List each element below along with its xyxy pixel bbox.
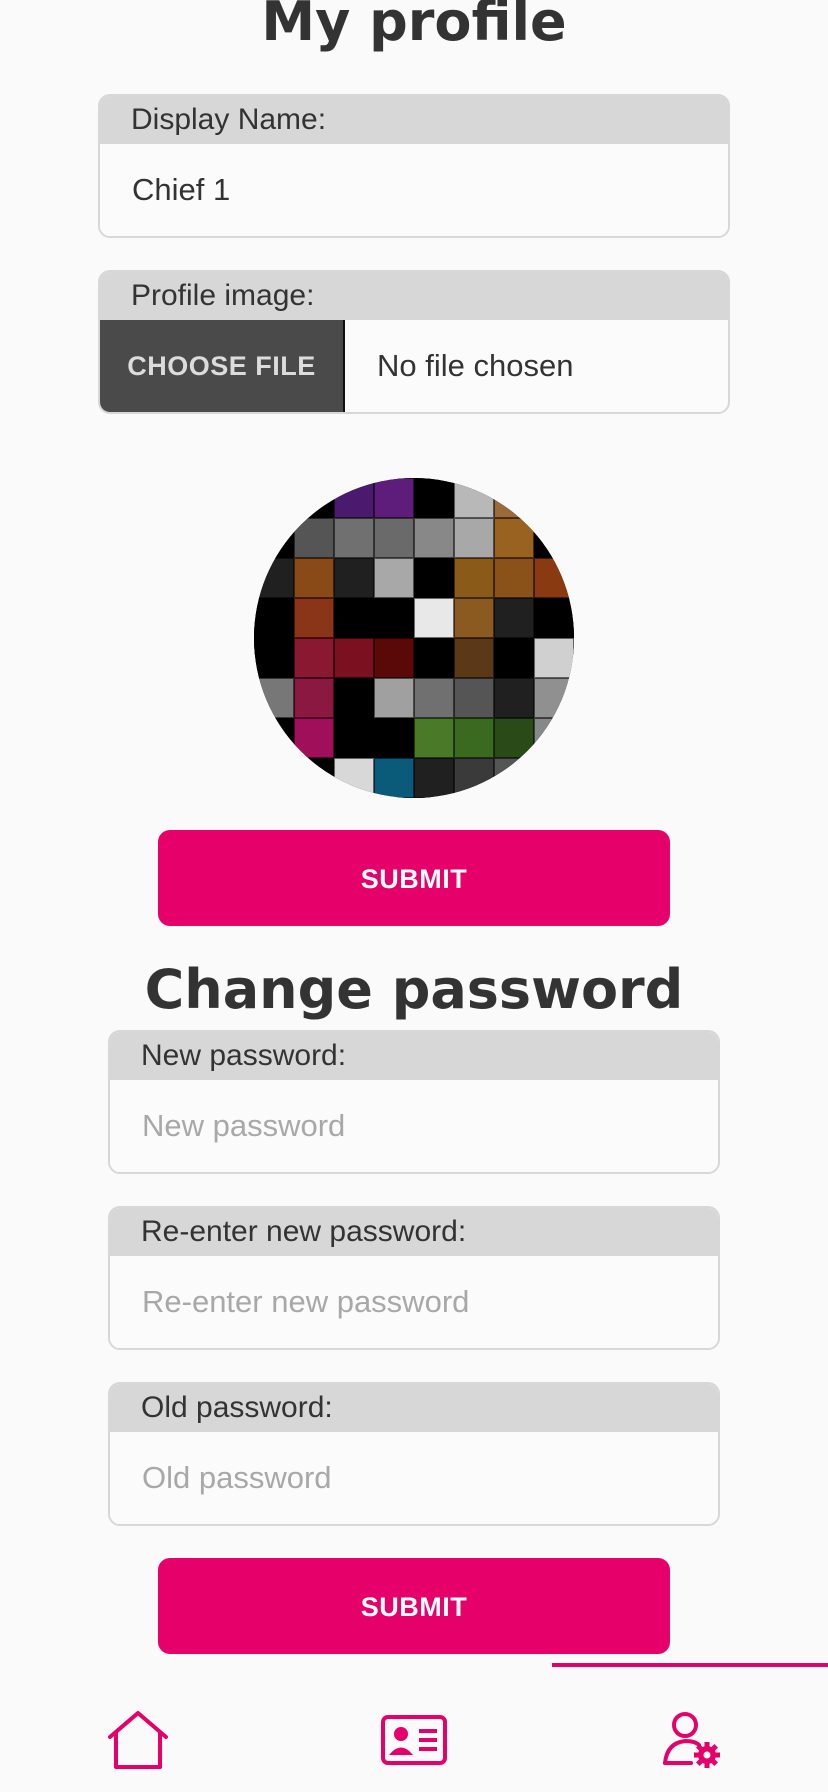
avatar-tile (494, 638, 534, 678)
nav-home[interactable] (98, 1700, 178, 1780)
password-submit-button[interactable]: SUBMIT (158, 1558, 670, 1654)
avatar-tile (534, 718, 574, 758)
profile-image-field: Profile image: CHOOSE FILE No file chose… (98, 270, 730, 414)
old-password-input-box[interactable] (110, 1432, 718, 1524)
display-name-input-box[interactable] (100, 144, 728, 236)
old-password-label: Old password: (110, 1384, 718, 1432)
avatar-tile (534, 478, 574, 518)
avatar-tile (494, 718, 534, 758)
file-picker: CHOOSE FILE No file chosen (100, 320, 728, 412)
avatar-tile (254, 598, 294, 638)
reenter-password-label: Re-enter new password: (110, 1208, 718, 1256)
avatar-tile (334, 718, 374, 758)
active-tab-indicator (552, 1663, 828, 1667)
new-password-field: New password: (108, 1030, 720, 1174)
avatar-tile (374, 718, 414, 758)
user-settings-icon (663, 1712, 720, 1768)
home-icon (108, 1711, 168, 1769)
file-status: No file chosen (377, 348, 574, 383)
new-password-input-box[interactable] (110, 1080, 718, 1172)
avatar-tile (534, 598, 574, 638)
avatar-tile (294, 718, 334, 758)
avatar-tile (454, 678, 494, 718)
avatar-tile (414, 638, 454, 678)
reenter-password-input[interactable] (142, 1256, 718, 1348)
avatar-tile (414, 558, 454, 598)
avatar-tile (494, 518, 534, 558)
avatar-tile (254, 758, 294, 798)
avatar-tile (254, 558, 294, 598)
avatar-tile (454, 718, 494, 758)
avatar-tile (294, 598, 334, 638)
new-password-input[interactable] (142, 1080, 718, 1172)
display-name-label: Display Name: (100, 96, 728, 144)
reenter-password-input-box[interactable] (110, 1256, 718, 1348)
avatar-tile (414, 718, 454, 758)
bottom-navigation (0, 1660, 828, 1792)
avatar-tile (374, 518, 414, 558)
avatar-tile (414, 518, 454, 558)
avatar-tile (494, 678, 534, 718)
avatar-tile (374, 598, 414, 638)
avatar-tile (534, 518, 574, 558)
avatar-tile (254, 638, 294, 678)
avatar-tile (254, 518, 294, 558)
avatar-tile (334, 638, 374, 678)
profile-submit-button[interactable]: SUBMIT (158, 830, 670, 926)
avatar-tile (334, 478, 374, 518)
reenter-password-field: Re-enter new password: (108, 1206, 720, 1350)
choose-file-button[interactable]: CHOOSE FILE (100, 320, 345, 412)
avatar-tile (454, 598, 494, 638)
avatar-tile (374, 758, 414, 798)
avatar-tile (294, 558, 334, 598)
avatar-tile (334, 678, 374, 718)
avatar-tile (254, 718, 294, 758)
new-password-label: New password: (110, 1032, 718, 1080)
avatar-tile (494, 558, 534, 598)
nav-user-settings[interactable] (652, 1700, 732, 1780)
avatar-tile (294, 518, 334, 558)
avatar-tile (374, 638, 414, 678)
id-card-icon (381, 1715, 447, 1765)
display-name-field: Display Name: (98, 94, 730, 238)
avatar-tile (454, 638, 494, 678)
section-title-change-password: Change password (144, 958, 684, 1021)
old-password-input[interactable] (142, 1432, 718, 1524)
page-title: My profile (261, 0, 567, 53)
avatar-tile (294, 678, 334, 718)
display-name-input[interactable] (132, 144, 728, 236)
avatar-tile (454, 518, 494, 558)
avatar-tile (414, 678, 454, 718)
avatar-tile (534, 678, 574, 718)
avatar-tile (294, 478, 334, 518)
profile-image-label: Profile image: (100, 272, 728, 320)
nav-profile-card[interactable] (374, 1700, 454, 1780)
avatar-tile (454, 758, 494, 798)
avatar-tile (374, 678, 414, 718)
avatar-tile (454, 478, 494, 518)
avatar-tile (534, 758, 574, 798)
avatar-tile (534, 558, 574, 598)
old-password-field: Old password: (108, 1382, 720, 1526)
avatar-tile (334, 558, 374, 598)
avatar-tile (294, 758, 334, 798)
avatar-tile (494, 598, 534, 638)
avatar-tile (374, 478, 414, 518)
avatar-tile (414, 478, 454, 518)
avatar-tile (334, 518, 374, 558)
avatar-tile (494, 758, 534, 798)
avatar-tile (414, 758, 454, 798)
avatar-tile (254, 478, 294, 518)
avatar-tile (414, 598, 454, 638)
avatar-tile (454, 558, 494, 598)
avatar-tile (374, 558, 414, 598)
avatar-tile (294, 638, 334, 678)
avatar-tile (494, 478, 534, 518)
avatar-tile (534, 638, 574, 678)
profile-avatar (254, 478, 574, 798)
avatar-tile (334, 598, 374, 638)
avatar-tile (254, 678, 294, 718)
avatar-tile (334, 758, 374, 798)
avatar-image (254, 478, 574, 798)
